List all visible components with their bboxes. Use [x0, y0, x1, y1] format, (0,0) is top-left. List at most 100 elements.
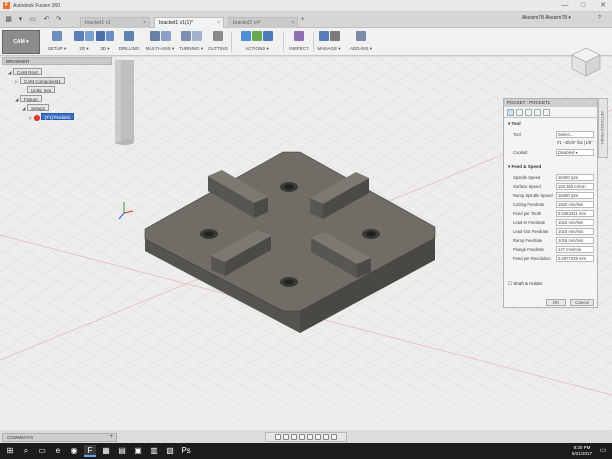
field-value-input[interactable]: 1016 mm/min [556, 228, 594, 235]
browser-node[interactable]: Units: mm [22, 86, 56, 94]
taskbar-app-icon[interactable]: ▥ [148, 445, 160, 457]
tool-icon[interactable] [74, 31, 84, 41]
document-tab[interactable]: bracket1 v1 × [80, 17, 150, 28]
settings-panel-side-tab[interactable]: SETTINGS PANEL [598, 98, 608, 158]
browser-node[interactable]: ◢ CAM Root [8, 68, 42, 76]
display-settings-icon[interactable] [315, 434, 321, 440]
tool-icon[interactable] [213, 31, 223, 41]
ribbon-group-4[interactable]: MULTI-AXIS ▾ [144, 30, 176, 54]
ribbon-group-label[interactable]: TURNING ▾ [178, 46, 204, 52]
field-value-input[interactable]: #1 - Ø1/8" flat (1/8" F... [556, 140, 594, 147]
field-value-input[interactable]: Select... [556, 131, 594, 138]
new-tab-icon[interactable]: + [298, 15, 307, 24]
document-tab[interactable]: bracket1 v1(1)* × [154, 17, 224, 28]
heights-tab-icon[interactable] [525, 109, 532, 116]
zoom-window-icon[interactable] [307, 434, 313, 440]
taskbar-app-icon[interactable]: Ps [180, 445, 192, 457]
workspace-switcher-button[interactable]: CAM ▾ [2, 30, 40, 54]
fixture-cylinder[interactable] [115, 60, 134, 145]
user-menu[interactable]: Akesim78 Akesim78 ▾ [522, 15, 571, 21]
cancel-button[interactable]: Cancel [570, 299, 594, 306]
tool-icon[interactable] [252, 31, 262, 41]
ribbon-group-label[interactable]: 3D ▾ [96, 46, 114, 52]
tool-tab-icon[interactable] [507, 109, 514, 116]
browser-node[interactable]: ▷ CAM Component1 [15, 77, 66, 85]
notifications-icon[interactable]: ▭ [598, 446, 608, 456]
data-panel-icon[interactable]: ▦ [4, 15, 13, 24]
ribbon-group-label[interactable]: 2D ▾ [74, 46, 94, 52]
field-value-input[interactable]: 127 mm/min [556, 246, 594, 253]
geometry-tab-icon[interactable] [516, 109, 523, 116]
close-tab-icon[interactable]: × [143, 20, 146, 26]
taskbar-app-icon[interactable]: F [84, 445, 96, 457]
panel-section-header[interactable]: ▾ Tool [508, 121, 521, 127]
grid-settings-icon[interactable] [323, 434, 329, 440]
zoom-icon[interactable] [299, 434, 305, 440]
browser-node-label[interactable]: Setup1 [27, 104, 50, 111]
field-value-input[interactable]: 0.0977439 mm [556, 255, 594, 262]
tool-icon[interactable] [294, 31, 304, 41]
tool-icon[interactable] [329, 31, 340, 41]
file-menu-icon[interactable]: ▾ [16, 15, 25, 24]
ribbon-group-label[interactable]: SETUP ▾ [44, 46, 70, 52]
panel-section-header[interactable]: ▾ Feed & Speed [508, 164, 541, 170]
field-value-input[interactable]: 1016 mm/min [556, 219, 594, 226]
field-value-input[interactable]: Disabled ▾ [556, 149, 594, 156]
ribbon-group-label[interactable]: ACTIONS ▾ [232, 46, 282, 52]
field-value-input[interactable]: 16400 rpm [556, 174, 594, 181]
ribbon-group-3[interactable]: DRILLING [116, 30, 142, 54]
taskbar-app-icon[interactable]: ⊞ [4, 445, 16, 457]
tool-icon[interactable] [160, 31, 171, 41]
browser-node[interactable]: ◢ Setup1 [22, 104, 50, 112]
close-window-button[interactable]: ✕ [598, 1, 608, 10]
viewports-icon[interactable] [331, 434, 337, 440]
part-model[interactable] [144, 151, 436, 333]
tool-icon[interactable] [105, 31, 114, 41]
taskbar-app-icon[interactable]: ▣ [132, 445, 144, 457]
browser-node-label[interactable]: Fixture [20, 95, 42, 102]
ok-button[interactable]: OK [546, 299, 566, 306]
tool-icon[interactable] [263, 31, 273, 41]
close-tab-icon[interactable]: × [217, 20, 220, 26]
help-icon[interactable]: ? [598, 15, 601, 21]
pan-icon[interactable] [291, 434, 297, 440]
field-value-input[interactable]: 1016 mm/min [556, 237, 594, 244]
field-value-input[interactable]: 1520 mm/min [556, 201, 594, 208]
taskbar-app-icon[interactable]: ▦ [100, 445, 112, 457]
tool-icon[interactable] [149, 31, 160, 41]
ribbon-group-7[interactable]: ACTIONS ▾ [232, 30, 282, 54]
comments-bar[interactable]: COMMENTS + [2, 433, 117, 442]
system-clock[interactable]: 8:30 PM 8/21/2017 [572, 445, 592, 457]
browser-header[interactable]: BROWSER [2, 57, 112, 65]
add-comment-icon[interactable]: + [109, 434, 113, 440]
browser-node[interactable]: ◢ Fixture [15, 95, 42, 103]
taskbar-app-icon[interactable]: ◉ [68, 445, 80, 457]
tool-icon[interactable] [84, 31, 94, 41]
ribbon-group-10[interactable]: ADD-INS ▾ [348, 30, 374, 54]
field-value-input[interactable]: 16400 rpm [556, 192, 594, 199]
look-at-icon[interactable] [283, 434, 289, 440]
ribbon-group-2[interactable]: 3D ▾ [96, 30, 114, 54]
ribbon-group-0[interactable]: SETUP ▾ [44, 30, 70, 54]
tool-icon[interactable] [180, 31, 191, 41]
ribbon-group-label[interactable]: CUTTING [206, 46, 230, 51]
document-tab[interactable]: bracket2 v4* × [228, 17, 298, 28]
browser-node-label[interactable]: [T1] Pocket1 [41, 113, 75, 120]
tool-icon[interactable] [52, 31, 62, 41]
browser-node-label[interactable]: CAM Root [13, 68, 42, 75]
tool-icon[interactable] [96, 31, 105, 41]
ribbon-group-8[interactable]: INSPECT [286, 30, 312, 54]
view-cube-icon[interactable] [566, 42, 606, 82]
field-value-input[interactable]: 163.363 m/min [556, 183, 594, 190]
tool-icon[interactable] [124, 31, 134, 41]
ribbon-group-1[interactable]: 2D ▾ [74, 30, 94, 54]
shaft-holder-section[interactable]: ☐ Shaft & Holder [508, 281, 543, 287]
taskbar-app-icon[interactable]: ▤ [116, 445, 128, 457]
taskbar-app-icon[interactable]: e [52, 445, 64, 457]
browser-node-label[interactable]: CAM Component1 [20, 77, 66, 84]
ribbon-group-label[interactable]: DRILLING [116, 46, 142, 51]
ribbon-group-6[interactable]: CUTTING [206, 30, 230, 54]
orbit-icon[interactable] [275, 434, 281, 440]
tool-icon[interactable] [356, 31, 366, 41]
taskbar-app-icon[interactable]: ▧ [164, 445, 176, 457]
